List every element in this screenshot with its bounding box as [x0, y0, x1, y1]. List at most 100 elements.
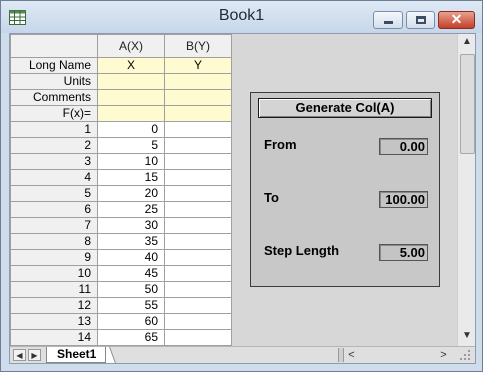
worksheet-area: A(X) B(Y) Long Name X Y Units Comments F… [9, 33, 476, 364]
scroll-left-icon[interactable]: < [345, 348, 358, 362]
step-length-field[interactable]: 5.00 [379, 244, 428, 261]
meta-label-comments[interactable]: Comments [10, 89, 98, 106]
row-header[interactable]: 13 [10, 313, 98, 330]
minimize-icon [384, 21, 393, 24]
close-icon: ✕ [450, 11, 463, 27]
cell-b[interactable] [164, 313, 232, 330]
cell-b[interactable] [164, 265, 232, 282]
meta-label-long-name[interactable]: Long Name [10, 57, 98, 74]
meta-label-units[interactable]: Units [10, 73, 98, 90]
formula-cell-a[interactable] [97, 105, 165, 122]
cell-b[interactable] [164, 329, 232, 346]
generate-column-panel: Generate Col(A) From 0.00 To 100.00 Step… [250, 92, 440, 287]
sheet-tab-bar: ◀ ▶ Sheet1 < > [10, 346, 475, 363]
cell-b[interactable] [164, 249, 232, 266]
cell-a[interactable]: 10 [97, 153, 165, 170]
cell-b[interactable] [164, 121, 232, 138]
row-header[interactable]: 4 [10, 169, 98, 186]
cell-a[interactable]: 50 [97, 281, 165, 298]
cell-a[interactable]: 35 [97, 233, 165, 250]
column-header-b[interactable]: B(Y) [164, 34, 232, 58]
cell-a[interactable]: 5 [97, 137, 165, 154]
row-header[interactable]: 2 [10, 137, 98, 154]
from-field[interactable]: 0.00 [379, 138, 428, 155]
vertical-scrollbar[interactable]: ▲ ▼ [457, 34, 475, 346]
scroll-right-icon[interactable]: > [437, 348, 450, 362]
generate-col-button[interactable]: Generate Col(A) [258, 98, 432, 118]
table-row: 14 65 [10, 329, 232, 346]
horizontal-scrollbar[interactable]: < > [345, 348, 450, 362]
close-button[interactable]: ✕ [438, 11, 475, 29]
next-sheet-icon[interactable]: ▶ [28, 349, 41, 361]
cell-b[interactable] [164, 217, 232, 234]
vertical-scroll-thumb[interactable] [460, 54, 475, 154]
cell-a[interactable]: 20 [97, 185, 165, 202]
prev-sheet-icon[interactable]: ◀ [13, 349, 26, 361]
table-row: 10 45 [10, 265, 232, 282]
row-header[interactable]: 1 [10, 121, 98, 138]
cell-a[interactable]: 40 [97, 249, 165, 266]
table-row: 4 15 [10, 169, 232, 186]
cell-b[interactable] [164, 233, 232, 250]
column-header-a[interactable]: A(X) [97, 34, 165, 58]
tab-splitter[interactable] [338, 348, 344, 362]
to-field[interactable]: 100.00 [379, 191, 428, 208]
row-header[interactable]: 6 [10, 201, 98, 218]
scroll-up-icon[interactable]: ▲ [458, 34, 475, 50]
from-label: From [264, 137, 297, 152]
cell-a[interactable]: 0 [97, 121, 165, 138]
cell-b[interactable] [164, 185, 232, 202]
long-name-cell-b[interactable]: Y [164, 57, 232, 74]
comments-cell-a[interactable] [97, 89, 165, 106]
table-row: 12 55 [10, 297, 232, 314]
row-header[interactable]: 12 [10, 297, 98, 314]
table-row: 9 40 [10, 249, 232, 266]
units-cell-a[interactable] [97, 73, 165, 90]
row-header[interactable]: 7 [10, 217, 98, 234]
row-header[interactable]: 10 [10, 265, 98, 282]
row-header[interactable]: 3 [10, 153, 98, 170]
cell-b[interactable] [164, 297, 232, 314]
units-cell-b[interactable] [164, 73, 232, 90]
row-header[interactable]: 5 [10, 185, 98, 202]
table-row: 25 [10, 137, 232, 154]
comments-cell-b[interactable] [164, 89, 232, 106]
cell-b[interactable] [164, 201, 232, 218]
cell-a[interactable]: 25 [97, 201, 165, 218]
cell-b[interactable] [164, 169, 232, 186]
cell-a[interactable]: 45 [97, 265, 165, 282]
row-header[interactable]: 11 [10, 281, 98, 298]
cell-a[interactable]: 15 [97, 169, 165, 186]
table-row: 6 25 [10, 201, 232, 218]
resize-grip-icon[interactable] [458, 348, 472, 362]
book-window: Book1 ✕ A(X) B(Y) Long Name X Y Units Co… [0, 0, 483, 372]
row-header[interactable]: 9 [10, 249, 98, 266]
table-row: 13 60 [10, 313, 232, 330]
cell-a[interactable]: 65 [97, 329, 165, 346]
long-name-cell-a[interactable]: X [97, 57, 165, 74]
table-row: 3 10 [10, 153, 232, 170]
formula-cell-b[interactable] [164, 105, 232, 122]
cell-b[interactable] [164, 153, 232, 170]
data-rows: 1 0 2 5 3 10 4 15 5 20 6 25 7 30 8 35 9 40 10 45 11 50 12 55 13 6… [10, 121, 232, 346]
grid-corner[interactable] [10, 34, 98, 58]
row-header[interactable]: 14 [10, 329, 98, 346]
cell-b[interactable] [164, 281, 232, 298]
title-bar[interactable]: Book1 ✕ [1, 1, 482, 33]
table-row: 7 30 [10, 217, 232, 234]
cell-a[interactable]: 30 [97, 217, 165, 234]
meta-label-formula[interactable]: F(x)= [10, 105, 98, 122]
cell-b[interactable] [164, 137, 232, 154]
minimize-button[interactable] [373, 11, 403, 29]
cell-a[interactable]: 60 [97, 313, 165, 330]
maximize-button[interactable] [406, 11, 435, 29]
step-length-label: Step Length [264, 243, 340, 258]
table-row: 8 35 [10, 233, 232, 250]
maximize-icon [416, 16, 426, 24]
table-row: 11 50 [10, 281, 232, 298]
sheet-tab-sheet1[interactable]: Sheet1 [46, 347, 106, 363]
row-header[interactable]: 8 [10, 233, 98, 250]
scroll-down-icon[interactable]: ▼ [458, 328, 475, 344]
table-row: 5 20 [10, 185, 232, 202]
cell-a[interactable]: 55 [97, 297, 165, 314]
